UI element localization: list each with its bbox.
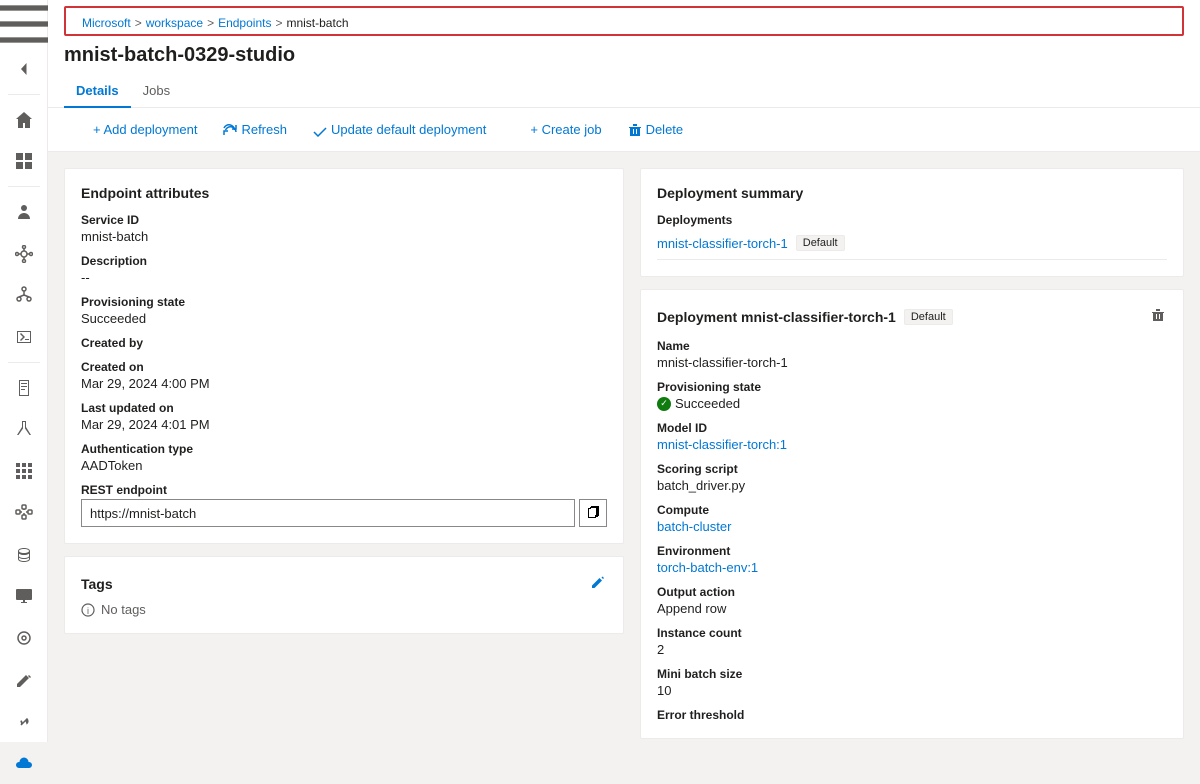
add-deployment-button[interactable]: + Add deployment [64, 116, 208, 143]
sidebar-dashboard-icon[interactable] [0, 140, 48, 182]
sidebar-data-icon[interactable] [0, 534, 48, 576]
provisioning-state-label: Provisioning state [81, 295, 607, 309]
delete-button[interactable]: Delete [617, 116, 695, 143]
breadcrumb-current: mnist-batch [286, 16, 348, 30]
create-job-button[interactable]: + Create job [501, 116, 612, 143]
output-action-label: Output action [657, 585, 1167, 599]
auth-type-value: AADToken [81, 458, 607, 473]
refresh-button[interactable]: Refresh [212, 116, 298, 143]
instance-count-value: 2 [657, 642, 1167, 657]
page-title: mnist-batch-0329-studio [48, 36, 1200, 75]
main-content: Microsoft > workspace > Endpoints > mnis… [48, 0, 1200, 784]
sidebar [0, 0, 48, 784]
tags-header: Tags [81, 573, 607, 594]
deployment-detail-header: Deployment mnist-classifier-torch-1 Defa… [657, 306, 1167, 327]
deployment-summary-title: Deployment summary [657, 185, 1167, 201]
deployment-detail-delete-button[interactable] [1149, 306, 1167, 327]
sidebar-notebook-icon[interactable] [0, 367, 48, 409]
sidebar-grid-icon[interactable] [0, 450, 48, 492]
environment-label: Environment [657, 544, 1167, 558]
rest-endpoint-input[interactable] [81, 499, 575, 527]
breadcrumb: Microsoft > workspace > Endpoints > mnis… [64, 6, 1184, 36]
svg-text:i: i [87, 606, 89, 616]
mini-batch-size-value: 10 [657, 683, 1167, 698]
deployment-default-badge: Default [796, 235, 845, 251]
tab-jobs[interactable]: Jobs [131, 75, 182, 108]
sidebar-cloud-icon[interactable] [0, 742, 48, 784]
sidebar-edit-icon[interactable] [0, 659, 48, 701]
deployment-summary-item: mnist-classifier-torch-1 Default [657, 227, 1167, 260]
breadcrumb-sep-2: > [207, 16, 214, 30]
no-tags-row: i No tags [81, 602, 607, 617]
deployment-detail-badge: Default [904, 309, 953, 325]
sidebar-pipeline-icon[interactable] [0, 492, 48, 534]
deploy-provisioning-value: Succeeded [657, 396, 1167, 411]
description-value: -- [81, 270, 607, 285]
deploy-provisioning-label: Provisioning state [657, 380, 1167, 394]
last-updated-label: Last updated on [81, 401, 607, 415]
sidebar-home-icon[interactable] [0, 99, 48, 141]
output-action-value: Append row [657, 601, 1167, 616]
provisioning-state-value: Succeeded [81, 311, 607, 326]
sidebar-link-icon[interactable] [0, 701, 48, 743]
created-by-label: Created by [81, 336, 607, 350]
update-default-button[interactable]: Update default deployment [302, 116, 497, 143]
breadcrumb-microsoft[interactable]: Microsoft [82, 16, 131, 30]
mini-batch-size-label: Mini batch size [657, 667, 1167, 681]
tabs-bar: Details Jobs [48, 75, 1200, 108]
sidebar-settings2-icon[interactable] [0, 617, 48, 659]
last-updated-value: Mar 29, 2024 4:01 PM [81, 417, 607, 432]
deployment-summary-name[interactable]: mnist-classifier-torch-1 [657, 236, 788, 251]
compute-value[interactable]: batch-cluster [657, 519, 1167, 534]
hamburger-button[interactable] [0, 0, 48, 48]
sidebar-back-button[interactable] [0, 48, 48, 90]
model-id-label: Model ID [657, 421, 1167, 435]
sidebar-people-icon[interactable] [0, 191, 48, 233]
tags-title: Tags [81, 576, 113, 592]
service-id-value: mnist-batch [81, 229, 607, 244]
deployment-detail-title: Deployment mnist-classifier-torch-1 [657, 309, 896, 325]
deployment-detail-card: Deployment mnist-classifier-torch-1 Defa… [640, 289, 1184, 739]
success-icon [657, 397, 671, 411]
left-panel: Endpoint attributes Service ID mnist-bat… [64, 168, 624, 768]
rest-endpoint-label: REST endpoint [81, 483, 607, 497]
sidebar-monitor-icon[interactable] [0, 575, 48, 617]
tags-edit-button[interactable] [589, 573, 607, 594]
breadcrumb-endpoints[interactable]: Endpoints [218, 16, 271, 30]
auth-type-label: Authentication type [81, 442, 607, 456]
deployment-summary-card: Deployment summary Deployments mnist-cla… [640, 168, 1184, 277]
tags-card: Tags i No tags [64, 556, 624, 634]
model-id-value[interactable]: mnist-classifier-torch:1 [657, 437, 1167, 452]
compute-label: Compute [657, 503, 1167, 517]
no-tags-text: No tags [101, 602, 146, 617]
copy-endpoint-button[interactable] [579, 499, 607, 527]
scoring-script-value: batch_driver.py [657, 478, 1167, 493]
toolbar: + Add deployment Refresh Update default … [48, 108, 1200, 152]
environment-value[interactable]: torch-batch-env:1 [657, 560, 1167, 575]
breadcrumb-workspace[interactable]: workspace [146, 16, 203, 30]
deployments-label: Deployments [657, 213, 1167, 227]
sidebar-tree-icon[interactable] [0, 275, 48, 317]
breadcrumb-sep-3: > [275, 16, 282, 30]
rest-endpoint-row [81, 499, 607, 527]
right-panel: Deployment summary Deployments mnist-cla… [640, 168, 1184, 768]
service-id-label: Service ID [81, 213, 607, 227]
created-on-value: Mar 29, 2024 4:00 PM [81, 376, 607, 391]
instance-count-label: Instance count [657, 626, 1167, 640]
sidebar-nodes-icon[interactable] [0, 233, 48, 275]
deploy-provisioning-text: Succeeded [675, 396, 740, 411]
breadcrumb-sep-1: > [135, 16, 142, 30]
name-label: Name [657, 339, 1167, 353]
name-value: mnist-classifier-torch-1 [657, 355, 1167, 370]
tab-details[interactable]: Details [64, 75, 131, 108]
sidebar-experiment-icon[interactable] [0, 409, 48, 451]
sidebar-terminal-icon[interactable] [0, 316, 48, 358]
endpoint-attributes-card: Endpoint attributes Service ID mnist-bat… [64, 168, 624, 544]
content-area: Endpoint attributes Service ID mnist-bat… [48, 152, 1200, 784]
error-threshold-label: Error threshold [657, 708, 1167, 722]
description-label: Description [81, 254, 607, 268]
endpoint-attributes-title: Endpoint attributes [81, 185, 607, 201]
created-on-label: Created on [81, 360, 607, 374]
scoring-script-label: Scoring script [657, 462, 1167, 476]
